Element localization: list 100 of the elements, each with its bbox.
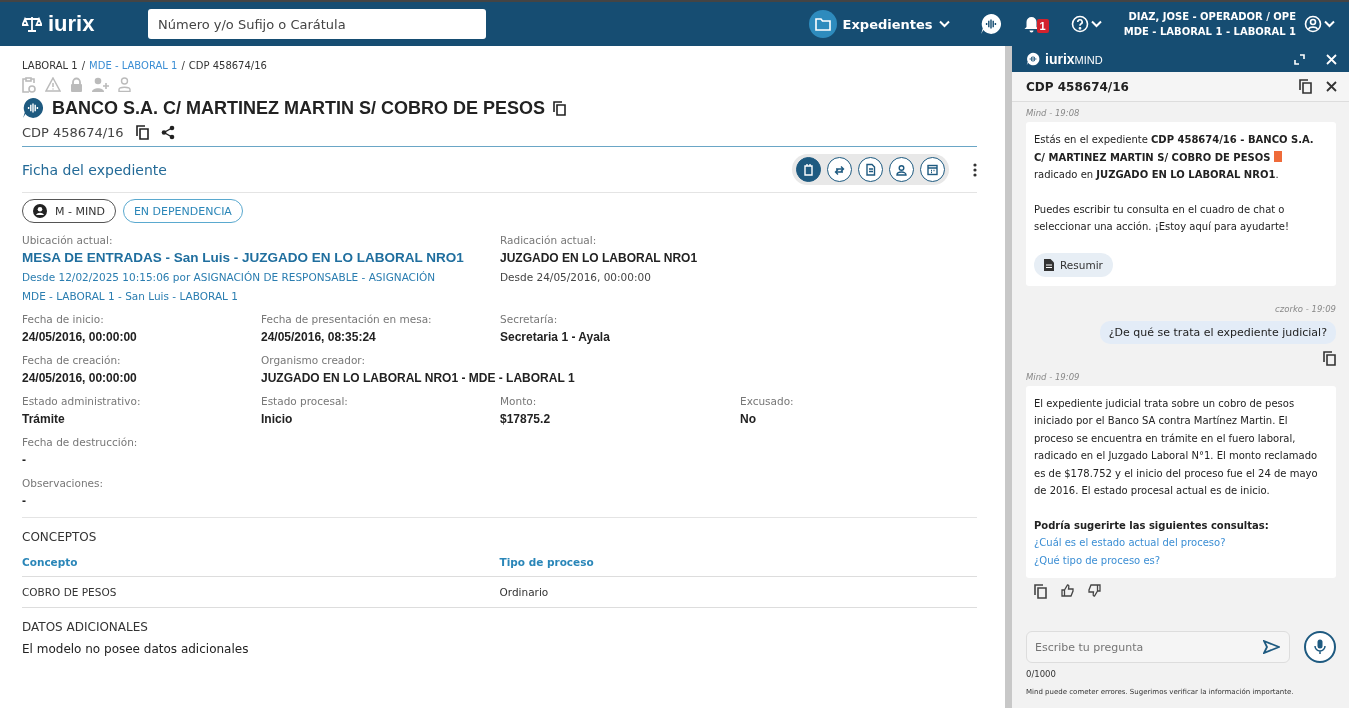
empty-message: El modelo no posee datos adicionales [22, 642, 250, 656]
field-value: Inicio [261, 411, 293, 428]
field-label: Organismo creador: [261, 353, 367, 368]
field-value: 24/05/2016, 08:35:24 [261, 329, 376, 346]
microphone-button[interactable] [1304, 631, 1336, 663]
help-icon [1070, 15, 1089, 33]
message-text: Estás en el expediente CDP 458674/16 - BANCO S.A. C/ MARTINEZ MARTIN S/ COBRO DE PESOS radicado en JUZGADO EN LO LABORAL NRO1. [1034, 133, 1315, 182]
breadcrumb-link[interactable]: MDE - LABORAL 1 [89, 60, 178, 71]
suggestion-link[interactable]: ¿Cuál es el estado actual del proceso? [1034, 534, 1328, 552]
chat-wave-icon [979, 13, 1002, 35]
field-label: Fecha de destrucción: [22, 435, 139, 450]
assistant-icon [22, 97, 44, 119]
field-value: 24/05/2016, 00:00:00 [22, 329, 137, 346]
thumbs-down-icon[interactable] [1088, 584, 1101, 597]
transfer-icon [833, 163, 846, 176]
send-icon[interactable] [1263, 640, 1280, 654]
copy-icon[interactable] [135, 125, 149, 140]
suggestion-link[interactable]: ¿Qué tipo de proceso es? [1034, 551, 1328, 569]
message-meta: Mind - 19:08 [1026, 108, 1081, 118]
field-label: Observaciones: [22, 476, 105, 491]
user-message: ¿De qué se trata el expediente judicial? [1099, 320, 1336, 344]
field-label: Monto: [500, 394, 538, 409]
field-value: No [740, 411, 756, 428]
field-label: Fecha de inicio: [22, 312, 105, 327]
warning-icon [45, 77, 61, 92]
assistant-button[interactable] [979, 13, 1002, 35]
field-value: Secretaria 1 - Ayala [500, 329, 610, 346]
column-header: Tipo de proceso [499, 552, 977, 577]
field-label: Ubicación actual: [22, 233, 114, 248]
expand-icon[interactable] [1294, 53, 1305, 65]
bookmark-icon [1273, 150, 1282, 162]
action-tab[interactable] [827, 157, 852, 182]
field-label: Estado administrativo: [22, 394, 142, 409]
section-heading: DATOS ADICIONALES [22, 620, 149, 634]
table-cell: Ordinario [499, 576, 977, 608]
field-value: $17875.2 [500, 411, 551, 428]
thumbs-up-icon[interactable] [1061, 584, 1074, 597]
action-tab[interactable] [796, 157, 821, 182]
breadcrumb-item[interactable]: LABORAL 1 [22, 60, 78, 71]
action-tab[interactable] [889, 157, 914, 182]
module-menu[interactable]: Expedientes [808, 10, 950, 38]
person-icon [118, 77, 131, 92]
field-value: 24/05/2016, 00:00:00 [22, 370, 137, 387]
clipboard-icon [802, 163, 815, 176]
help-menu[interactable] [1070, 15, 1102, 33]
notifications-button[interactable]: 1 [1023, 15, 1049, 33]
assignee-chip: M - MIND [22, 199, 116, 223]
summarize-button[interactable]: Resumir [1034, 252, 1113, 277]
location-link[interactable]: MESA DE ENTRADAS - San Luis - JUZGADO EN LO LABORAL NRO1 [22, 248, 464, 268]
action-tab[interactable] [858, 157, 883, 182]
logo-text: iurix [48, 11, 95, 37]
action-tab[interactable] [920, 157, 945, 182]
column-header: Concepto [22, 552, 500, 577]
document-icon [1044, 258, 1054, 271]
field-label: Radicación actual: [500, 233, 598, 248]
bell-icon [1023, 15, 1039, 33]
clipboard-clock-icon [22, 77, 36, 93]
field-label: Estado procesal: [261, 394, 349, 409]
account-icon [1304, 15, 1322, 33]
field-label: Secretaría: [500, 312, 559, 327]
field-value: JUZGADO EN LO LABORAL NRO1 - MDE - LABORAL 1 [261, 370, 575, 387]
copy-icon[interactable] [1034, 584, 1047, 599]
copy-icon[interactable] [1299, 79, 1312, 94]
table-cell: COBRO DE PESOS [22, 576, 500, 608]
message-text: El expediente judicial trata sobre un cobro de pesos iniciado por el Banco SA contra Martínez Martin. El proceso se encuentra en trámite en el fuero laboral, radicado en el Juzgado Laboral N°1. El monto reclamado es de $178.752 y el inicio del proceso fue el 24 de mayo de 2016. El estado procesal actual es de inicio. [1034, 396, 1319, 498]
share-icon[interactable] [160, 125, 175, 140]
question-field[interactable]: Escribe tu pregunta [1026, 631, 1290, 663]
message-meta: Mind - 19:09 [1026, 371, 1081, 382]
case-number: CDP 458674/16 [22, 125, 124, 140]
case-title: BANCO S.A. C/ MARTINEZ MARTIN S/ COBRO DE PESOS [52, 97, 546, 119]
chevron-down-icon [1090, 20, 1102, 28]
breadcrumb-separator: / [181, 60, 185, 71]
location-detail: MDE - LABORAL 1 - San Luis - LABORAL 1 [22, 289, 239, 304]
person-add-icon [92, 77, 109, 92]
section-title: Ficha del expediente [22, 161, 167, 178]
folder-icon [814, 17, 831, 31]
breadcrumb-item[interactable]: CDP 458674/16 [188, 60, 267, 71]
more-icon[interactable] [973, 162, 977, 177]
case-number: CDP 458674/16 [1026, 79, 1129, 94]
scales-icon [22, 15, 42, 33]
location-detail: Desde 12/02/2025 10:15:06 por ASIGNACIÓN DE RESPONSABLE - ASIGNACIÓN [22, 270, 437, 285]
copy-icon[interactable] [553, 100, 567, 116]
user-name: DIAZ, JOSE - OPERADOR / OPE [1127, 10, 1296, 24]
field-label: Fecha de presentación en mesa: [261, 312, 433, 327]
field-detail: Desde 24/05/2016, 00:00:00 [500, 270, 652, 285]
message-meta: czorko - 19:09 [1275, 303, 1336, 314]
suggestions-title: Podría sugerirte las siguientes consultas: [1034, 518, 1270, 533]
status-chip: EN DEPENDENCIA [122, 199, 243, 223]
account-menu[interactable] [1304, 15, 1335, 33]
user-office: MDE - LABORAL 1 - LABORAL 1 [1123, 25, 1296, 39]
assistant-logo: iurixMIND [1045, 51, 1103, 67]
character-counter: 0/1000 [1025, 668, 1057, 679]
scrollbar[interactable] [1005, 46, 1012, 708]
field-value: - [22, 452, 26, 469]
field-value: - [22, 493, 26, 510]
search-field[interactable]: Número y/o Sufijo o Carátula [148, 9, 486, 39]
close-icon[interactable] [1326, 81, 1337, 92]
copy-icon[interactable] [1323, 350, 1336, 366]
person-icon [895, 163, 908, 176]
notification-count: 1 [1036, 19, 1049, 33]
